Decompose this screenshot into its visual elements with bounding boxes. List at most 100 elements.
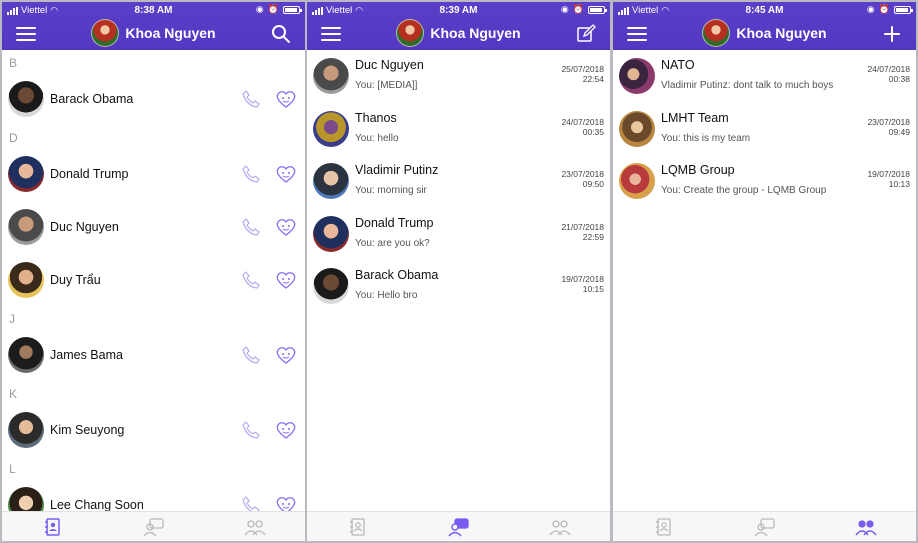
chat-heart-icon[interactable] (275, 217, 297, 237)
tab-groups[interactable] (509, 512, 610, 541)
call-icon[interactable] (241, 89, 261, 109)
contact-list: B Barack Obama D Donald Trump Duc Nguyen (2, 50, 305, 511)
user-avatar[interactable] (702, 19, 731, 47)
contact-row[interactable]: Duy Trẩu (2, 253, 305, 306)
chat-person-icon (754, 517, 775, 536)
tab-chats[interactable] (408, 512, 509, 541)
tab-contacts[interactable] (307, 512, 408, 541)
group-row[interactable]: LQMB Group You: Create the group - LQMB … (613, 155, 916, 208)
contact-row[interactable]: Donald Trump (2, 147, 305, 200)
call-icon[interactable] (241, 345, 261, 365)
contacts-book-icon (349, 517, 365, 536)
compose-icon[interactable] (576, 24, 596, 44)
chat-heart-icon[interactable] (275, 270, 297, 290)
message-date: 24/07/2018 (561, 116, 604, 127)
contact-row[interactable]: James Bama (2, 328, 305, 381)
last-message: You: Hello bro (355, 290, 418, 301)
user-avatar[interactable] (91, 19, 120, 47)
avatar (8, 486, 44, 511)
plus-icon[interactable] (882, 24, 902, 44)
avatar (619, 110, 655, 147)
tab-contacts[interactable] (613, 512, 714, 541)
chat-heart-icon[interactable] (275, 164, 297, 184)
tab-bar (307, 511, 610, 541)
group-icon (243, 519, 266, 535)
contact-name: Duy Trẩu (50, 272, 101, 287)
chat-heart-icon[interactable] (275, 495, 297, 512)
group-icon (548, 519, 571, 535)
tab-chats[interactable] (714, 512, 815, 541)
call-icon[interactable] (241, 164, 261, 184)
timestamp: 24/07/2018 00:38 (867, 64, 910, 84)
contact-row[interactable]: Lee Chang Soon (2, 478, 305, 511)
chat-person-icon (447, 517, 469, 537)
timestamp: 25/07/2018 22:54 (561, 64, 604, 84)
timestamp: 21/07/2018 22:59 (561, 222, 604, 242)
conversation-row[interactable]: Vladimir Putinz You: morning sir 23/07/2… (307, 155, 610, 208)
message-date: 23/07/2018 (867, 116, 910, 127)
timestamp: 23/07/2018 09:50 (561, 169, 604, 189)
battery-icon (588, 5, 607, 14)
section-header: L (9, 462, 16, 476)
call-icon[interactable] (241, 217, 261, 237)
app-header: Viettel ◠ 8:45 AM ◉ ⏰ Khoa Nguyen (613, 2, 916, 50)
message-time: 22:54 (582, 74, 604, 84)
tab-contacts[interactable] (2, 512, 103, 541)
tab-groups[interactable] (204, 512, 305, 541)
location-icon: ◉ (866, 4, 875, 14)
contact-name: Duc Nguyen (50, 219, 119, 234)
avatar (313, 268, 349, 304)
group-row[interactable]: NATO Vladimir Putinz: dont talk to much … (613, 50, 916, 103)
timestamp: 24/07/2018 00:35 (561, 117, 604, 137)
tab-chats[interactable] (103, 512, 204, 541)
timestamp: 19/07/2018 10:15 (561, 274, 604, 294)
tab-groups[interactable] (815, 512, 916, 541)
group-icon (854, 519, 877, 536)
screenshot-stage: Viettel ◠ 8:38 AM ◉ ⏰ Khoa Nguyen B Bara… (0, 0, 918, 543)
chat-heart-icon[interactable] (275, 89, 297, 109)
conversation-name: Vladimir Putinz (355, 163, 439, 177)
groups-screen: Viettel ◠ 8:45 AM ◉ ⏰ Khoa Nguyen NATO V… (613, 2, 916, 541)
conversation-list: Duc Nguyen You: [MEDIA]] 25/07/2018 22:54… (307, 50, 610, 511)
contact-name: James Bama (50, 347, 123, 362)
message-date: 24/07/2018 (867, 64, 910, 74)
chat-person-icon (143, 517, 164, 536)
last-message: You: morning sir (355, 185, 427, 196)
avatar (8, 155, 44, 192)
chat-heart-icon[interactable] (275, 420, 297, 440)
search-icon[interactable] (271, 24, 291, 44)
avatar (8, 336, 44, 373)
message-date: 23/07/2018 (561, 169, 604, 179)
avatar (313, 163, 349, 199)
message-time: 00:35 (582, 126, 604, 137)
chat-heart-icon[interactable] (275, 345, 297, 365)
contacts-book-icon (44, 517, 60, 536)
message-time: 10:15 (582, 284, 604, 294)
call-icon[interactable] (241, 420, 261, 440)
avatar (313, 58, 349, 94)
conversation-row[interactable]: Barack Obama You: Hello bro 19/07/2018 10… (307, 260, 610, 313)
contact-name: Kim Seuyong (50, 422, 125, 437)
contact-row[interactable]: Barack Obama (2, 72, 305, 125)
conversation-name: Donald Trump (355, 215, 434, 230)
group-name: LQMB Group (661, 163, 735, 177)
app-header: Viettel ◠ 8:39 AM ◉ ⏰ Khoa Nguyen (307, 2, 610, 50)
user-avatar[interactable] (396, 19, 425, 47)
call-icon[interactable] (241, 495, 261, 512)
call-icon[interactable] (241, 270, 261, 290)
contact-row[interactable]: Duc Nguyen (2, 200, 305, 253)
contacts-screen: Viettel ◠ 8:38 AM ◉ ⏰ Khoa Nguyen B Bara… (2, 2, 305, 541)
timestamp: 23/07/2018 09:49 (867, 117, 910, 137)
message-time: 22:59 (582, 231, 604, 242)
last-message: Vladimir Putinz: dont talk to much boys (661, 80, 834, 91)
conversation-row[interactable]: Duc Nguyen You: [MEDIA]] 25/07/2018 22:54 (307, 50, 610, 103)
conversation-row[interactable]: Donald Trump You: are you ok? 21/07/2018… (307, 208, 610, 261)
status-bar: Viettel ◠ 8:39 AM ◉ ⏰ (307, 2, 610, 18)
group-row[interactable]: LMHT Team You: this is my team 23/07/201… (613, 103, 916, 156)
contact-row[interactable]: Kim Seuyong (2, 403, 305, 456)
message-date: 21/07/2018 (561, 221, 604, 232)
last-message: You: are you ok? (355, 237, 430, 249)
section-header: D (9, 131, 18, 145)
conversation-row[interactable]: Thanos You: hello 24/07/2018 00:35 (307, 103, 610, 156)
conversation-name: Barack Obama (355, 268, 439, 282)
